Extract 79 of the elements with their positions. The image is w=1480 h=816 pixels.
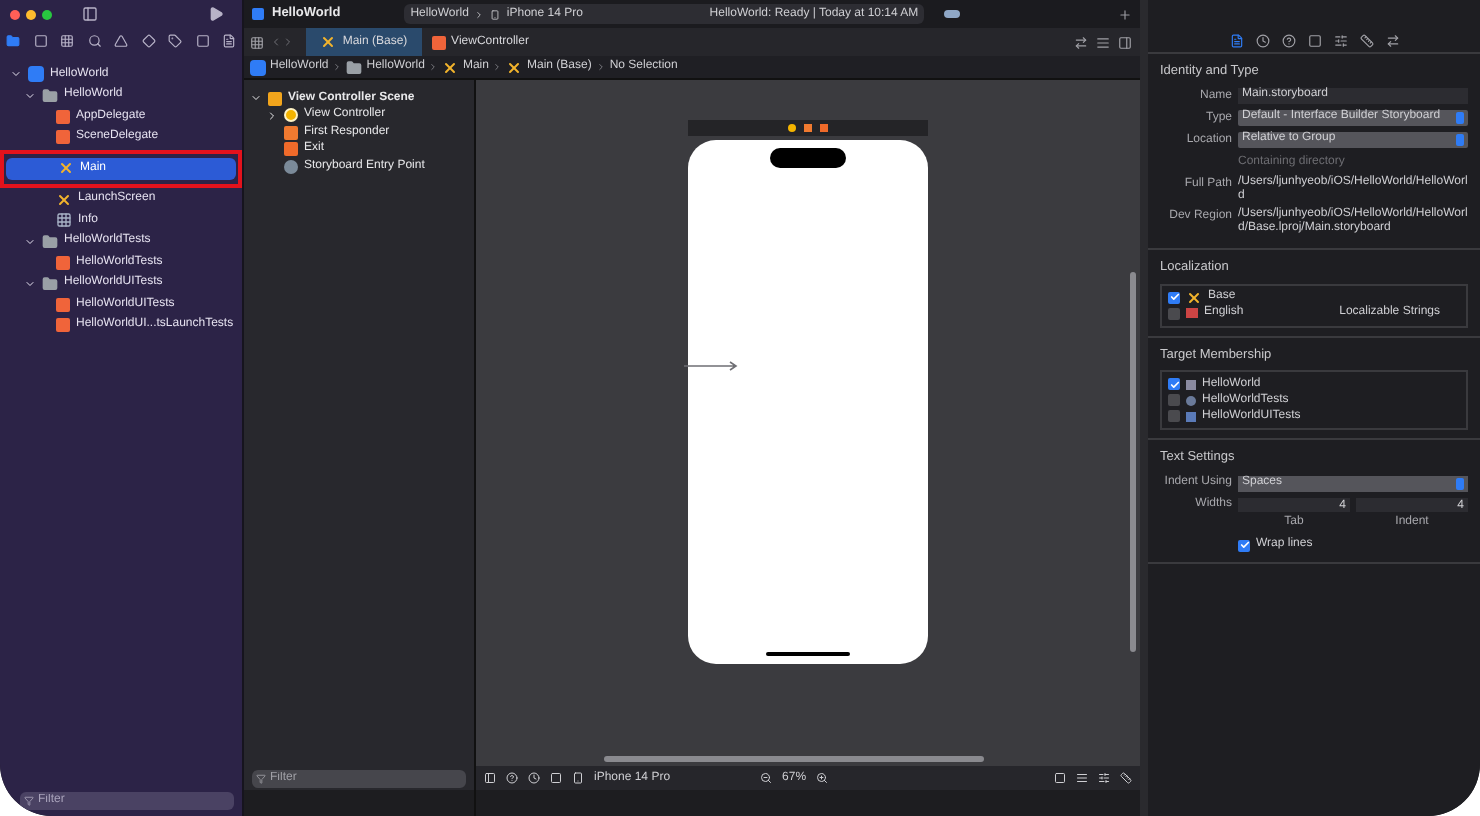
- grid-icon[interactable]: [250, 35, 264, 49]
- folder-icon: [346, 59, 363, 75]
- disclosure-icon[interactable]: [24, 89, 36, 102]
- controller-icon: [788, 124, 796, 132]
- responder-icon: [804, 124, 812, 132]
- home-indicator: [766, 652, 850, 656]
- attributes-icon[interactable]: [1333, 33, 1347, 47]
- phone-icon: [490, 9, 501, 19]
- storyboard-icon: [56, 191, 72, 208]
- tag-icon[interactable]: [168, 34, 182, 48]
- scene-icon: [268, 91, 282, 106]
- responder-icon: [284, 125, 298, 140]
- folder-icon: [42, 233, 58, 250]
- chevron-icon: [428, 62, 439, 72]
- warning-icon[interactable]: [114, 34, 128, 48]
- checkbox[interactable]: [1168, 307, 1180, 319]
- checkbox[interactable]: [1168, 410, 1180, 423]
- search-icon[interactable]: [87, 34, 101, 48]
- swift-file-icon: [56, 255, 70, 270]
- scrollbar[interactable]: [604, 756, 984, 762]
- dynamic-island: [770, 148, 846, 168]
- checkbox[interactable]: [1168, 291, 1180, 303]
- scrollbar[interactable]: [1130, 272, 1136, 652]
- checkbox[interactable]: [1238, 539, 1250, 551]
- report-icon[interactable]: [222, 34, 236, 48]
- table-icon: [56, 212, 72, 229]
- disclosure-icon[interactable]: [24, 235, 36, 248]
- run-icon[interactable]: [208, 6, 224, 22]
- disclosure-icon[interactable]: [266, 109, 278, 122]
- align-icon[interactable]: [1076, 772, 1088, 784]
- diamond-icon[interactable]: [141, 34, 155, 48]
- exit-icon: [820, 124, 828, 132]
- constraints-icon[interactable]: [1098, 772, 1110, 784]
- swap-icon[interactable]: [1074, 35, 1088, 49]
- history-icon[interactable]: [1255, 33, 1269, 47]
- entry-arrow-icon: [684, 360, 740, 372]
- chevron-icon: [492, 62, 503, 72]
- folder-icon[interactable]: [6, 34, 20, 48]
- disclosure-icon[interactable]: [24, 277, 36, 290]
- storyboard-icon: [506, 59, 523, 75]
- entry-point-icon: [284, 159, 298, 174]
- project-icon: [252, 8, 264, 20]
- inspector-toggle-icon[interactable]: [1118, 35, 1132, 49]
- exit-icon: [284, 142, 298, 157]
- minimize-window-icon[interactable]: [26, 9, 36, 19]
- chevron-icon: [595, 62, 606, 72]
- square-icon[interactable]: [195, 34, 209, 48]
- outline-toggle-icon[interactable]: [484, 772, 496, 784]
- chevron-icon: [474, 9, 485, 19]
- folder-icon: [42, 275, 58, 292]
- storyboard-icon: [320, 34, 337, 50]
- connections-icon[interactable]: [1385, 33, 1399, 47]
- device-icon[interactable]: [572, 772, 584, 784]
- filter-icon: [24, 795, 34, 805]
- chevron-icon: [332, 62, 343, 72]
- storyboard-icon: [1186, 289, 1202, 305]
- disclosure-icon[interactable]: [250, 92, 262, 105]
- help-icon[interactable]: [1281, 33, 1295, 47]
- folder-icon: [42, 87, 58, 104]
- storyboard-icon: [58, 160, 74, 177]
- close-window-icon[interactable]: [10, 9, 20, 19]
- symbols-icon[interactable]: [60, 34, 74, 48]
- disclosure-icon[interactable]: [10, 68, 22, 81]
- controller-icon: [284, 108, 298, 123]
- swift-file-icon: [431, 35, 446, 49]
- checkbox[interactable]: [1168, 394, 1180, 407]
- checkbox[interactable]: [1168, 378, 1180, 391]
- storyboard-icon: [442, 59, 459, 75]
- file-inspector-icon[interactable]: [1229, 33, 1243, 47]
- sidebar-toggle-icon[interactable]: [82, 6, 98, 22]
- filter-icon: [256, 773, 266, 783]
- list-icon[interactable]: [1096, 35, 1110, 49]
- zoom-in-icon[interactable]: [816, 772, 829, 784]
- zoom-window-icon[interactable]: [42, 9, 52, 19]
- project-icon: [250, 59, 266, 75]
- add-icon[interactable]: [1118, 7, 1132, 21]
- help-icon[interactable]: [506, 772, 518, 784]
- zoom-out-icon[interactable]: [760, 772, 773, 784]
- project-icon: [28, 66, 44, 83]
